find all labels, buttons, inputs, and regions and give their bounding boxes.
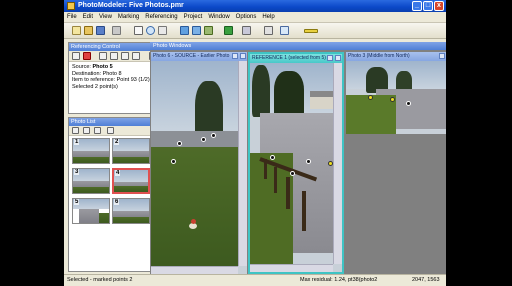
photo-windows-header: Photo Windows (150, 42, 446, 50)
menu-window[interactable]: Window (205, 12, 232, 23)
view-icon[interactable] (242, 26, 251, 35)
prev-point-icon[interactable] (72, 52, 80, 60)
photomodeler-app-icon (67, 2, 75, 10)
tie-point-marker[interactable] (306, 159, 311, 164)
sort-icon[interactable] (107, 127, 114, 134)
details-icon[interactable] (94, 127, 101, 134)
source-label: Source: (72, 64, 91, 70)
source-vertical-scrollbar[interactable] (238, 61, 247, 266)
tie-point-marker[interactable] (390, 97, 395, 102)
menu-referencing[interactable]: Referencing (142, 12, 180, 23)
referencing-control-title: Referencing Control (71, 44, 120, 50)
tie-point-marker[interactable] (368, 95, 373, 100)
photo3-image[interactable] (346, 61, 446, 134)
tie-point-marker[interactable] (201, 137, 206, 142)
source-photo-image[interactable] (151, 61, 238, 266)
pointer-icon[interactable] (134, 26, 143, 35)
list-view-icon[interactable] (72, 127, 79, 134)
new-project-icon[interactable] (72, 26, 81, 35)
status-bar: Selected - marked points 2 Max residual:… (64, 274, 446, 286)
selected-text: Selected 2 point(s) (72, 83, 118, 90)
item-label: Item to reference: (72, 77, 116, 83)
mark-point-icon[interactable] (180, 26, 189, 35)
dropdown-icon[interactable] (264, 26, 273, 35)
photo-windows-area: Photo Windows Photo 6 - SOURCE - Earlier… (150, 42, 446, 274)
next-icon[interactable] (121, 52, 129, 60)
red-post-top (191, 219, 196, 224)
menu-project[interactable]: Project (181, 12, 206, 23)
item-value: Point 93 (1/2) (116, 77, 150, 83)
close-button[interactable]: x (434, 1, 444, 11)
delete-icon[interactable] (83, 52, 91, 60)
photo-thumb-2[interactable]: 2 (112, 138, 150, 164)
first-icon[interactable] (99, 52, 107, 60)
menu-file[interactable]: File (64, 12, 80, 23)
photo-thumb-3[interactable]: 3 (72, 168, 110, 194)
measure-icon[interactable] (224, 26, 233, 35)
tie-point-marker[interactable] (290, 171, 295, 176)
pan-icon[interactable] (158, 26, 167, 35)
tie-point-marker[interactable] (211, 133, 216, 138)
photo3-close-button[interactable] (439, 53, 445, 59)
photo-list-title: Photo List (71, 119, 96, 125)
window-title: PhotoModeler: Five Photos.pmr (78, 2, 184, 9)
referencing-icon[interactable] (204, 26, 213, 35)
edge-icon[interactable] (304, 29, 318, 33)
status-coords: 2047, 1563 (412, 277, 440, 283)
main-toolbar (64, 23, 446, 39)
photo-panel-3-title: Photo 3 (Middle from North) (346, 52, 446, 61)
save-icon[interactable] (96, 26, 105, 35)
thumb-view-icon[interactable] (83, 127, 90, 134)
back-icon[interactable] (110, 52, 118, 60)
photo-thumb-5[interactable]: 5 (72, 198, 110, 224)
zoom-icon[interactable] (146, 26, 155, 35)
photo-panel-source[interactable]: Photo 6 - SOURCE - Earlier Photo (151, 52, 247, 274)
referencing-info: Source: Photo 5 Destination: Photo 8 Ite… (72, 64, 150, 90)
mark-line-icon[interactable] (192, 26, 201, 35)
tie-point-marker[interactable] (270, 155, 275, 160)
reference-close-button[interactable] (335, 55, 341, 61)
3d-view-icon[interactable] (280, 26, 289, 35)
title-bar[interactable]: PhotoModeler: Five Photos.pmr _ □ x (64, 0, 446, 12)
destination-label: Destination: (72, 70, 102, 77)
tie-point-marker[interactable] (171, 159, 176, 164)
open-icon[interactable] (84, 26, 93, 35)
source-min-button[interactable] (232, 53, 238, 59)
source-close-button[interactable] (240, 53, 246, 59)
menu-options[interactable]: Options (233, 12, 260, 23)
maximize-button[interactable]: □ (423, 1, 433, 11)
reference-horizontal-scrollbar[interactable] (250, 264, 333, 272)
menu-marking[interactable]: Marking (115, 12, 142, 23)
undo-icon[interactable] (112, 26, 121, 35)
status-residual: Max residual: 1.24, pt38(photo2 (300, 277, 378, 283)
photo-thumb-6[interactable]: 6 (112, 198, 150, 224)
menu-edit[interactable]: Edit (80, 12, 96, 23)
destination-value: Photo 8 (102, 70, 122, 77)
reference-photo-image[interactable] (250, 63, 333, 264)
tie-point-marker[interactable] (177, 141, 182, 146)
empty-photo-area (346, 134, 446, 274)
minimize-button[interactable]: _ (412, 1, 422, 11)
photo-panel-reference[interactable]: REFERENCE 1 (selected from 5) (248, 52, 344, 274)
menu-bar: File Edit View Marking Referencing Project Win… (64, 12, 446, 23)
tie-point-marker[interactable] (406, 101, 411, 106)
reference-vertical-scrollbar[interactable] (333, 63, 342, 264)
status-selected: Selected - marked points 2 (67, 277, 133, 283)
menu-help[interactable]: Help (259, 12, 277, 23)
photo-thumb-4[interactable]: 4 (112, 168, 150, 194)
reference-min-button[interactable] (327, 55, 333, 61)
source-horizontal-scrollbar[interactable] (151, 266, 238, 274)
menu-view[interactable]: View (96, 12, 115, 23)
photo-panel-3[interactable]: Photo 3 (Middle from North) (346, 52, 446, 274)
photo-thumb-1[interactable]: 1 (72, 138, 110, 164)
last-icon[interactable] (132, 52, 140, 60)
source-value: Photo 5 (92, 64, 113, 70)
app-window: PhotoModeler: Five Photos.pmr _ □ x File… (64, 0, 446, 286)
